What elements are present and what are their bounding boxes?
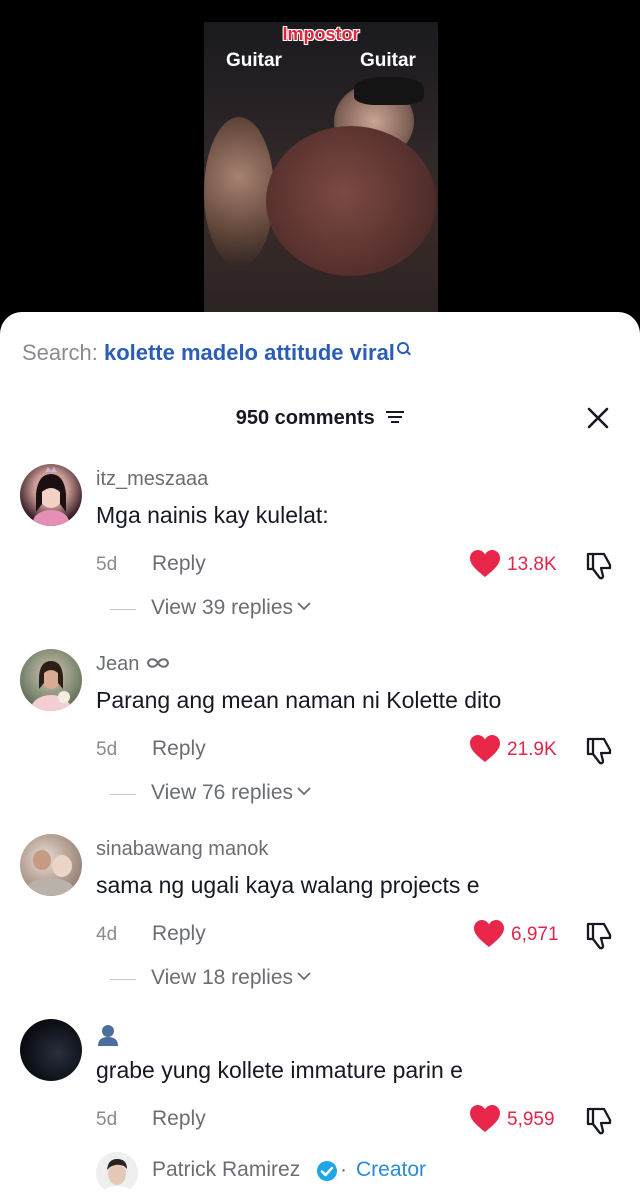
avatar[interactable] xyxy=(20,464,82,526)
comment-username-text: Jean xyxy=(96,653,140,675)
view-replies-label: View 18 replies xyxy=(151,966,311,990)
search-suggestion[interactable]: Search: kolette madelo attitude viral xyxy=(22,340,411,366)
dislike-icon[interactable] xyxy=(582,920,614,952)
avatar[interactable] xyxy=(20,649,82,711)
view-replies-text: View 39 replies xyxy=(151,596,294,619)
comment-username[interactable]: itz_meszaaa xyxy=(96,468,208,491)
divider xyxy=(110,979,136,980)
close-icon[interactable] xyxy=(582,402,614,434)
comments-count-label: 950 comments xyxy=(235,407,375,429)
video-label-right: Guitar xyxy=(360,50,416,71)
dislike-icon[interactable] xyxy=(582,1105,614,1137)
comment-username[interactable] xyxy=(96,1023,120,1046)
avatar[interactable] xyxy=(20,834,82,896)
search-prefix: Search: xyxy=(22,340,98,365)
like-count: 6,971 xyxy=(511,924,559,945)
like-count: 5,959 xyxy=(507,1109,555,1130)
comment-time: 4d xyxy=(96,924,118,945)
like-count: 13.8K xyxy=(507,554,557,575)
view-replies-text: View 18 replies xyxy=(151,966,294,989)
like-button[interactable]: 13.8K xyxy=(470,548,590,582)
comment-username[interactable]: sinabawang manok xyxy=(96,838,268,861)
divider xyxy=(110,609,136,610)
comment-text: Parang ang mean naman ni Kolette dito xyxy=(96,687,502,713)
video-person-left xyxy=(204,117,274,267)
person-icon xyxy=(98,1024,118,1046)
comment-time: 5d xyxy=(96,1109,118,1130)
sort-icon[interactable] xyxy=(386,410,405,424)
chevron-down-icon xyxy=(297,602,311,611)
avatar-illustration xyxy=(33,467,69,526)
video-frame[interactable]: Impostor Guitar Guitar xyxy=(204,22,438,322)
reply-button[interactable]: Reply xyxy=(152,922,206,946)
comments-sheet: Search: kolette madelo attitude viral 95… xyxy=(0,312,640,1200)
chevron-down-icon xyxy=(297,787,311,796)
video-overlay-title: Impostor xyxy=(282,24,360,44)
creator-badge: Creator xyxy=(356,1158,427,1181)
view-replies-text: View 76 replies xyxy=(151,781,294,804)
avatar[interactable] xyxy=(20,1019,82,1081)
video-player[interactable]: Impostor Guitar Guitar xyxy=(0,0,640,330)
like-button[interactable]: 5,959 xyxy=(470,1103,590,1137)
comment-text: Mga nainis kay kulelat: xyxy=(96,502,329,528)
divider xyxy=(110,794,136,795)
comments-header: 950 comments xyxy=(0,404,640,434)
creator-avatar-photo xyxy=(96,1152,138,1194)
heart-icon xyxy=(470,1105,500,1132)
comment-item: Jean Parang ang mean naman ni Kolette di… xyxy=(0,649,640,834)
video-object-foreground xyxy=(266,126,436,276)
like-count: 21.9K xyxy=(507,739,557,760)
infinity-icon xyxy=(146,657,169,668)
dislike-icon[interactable] xyxy=(582,550,614,582)
video-label-left: Guitar xyxy=(226,50,282,71)
creator-reply[interactable]: Patrick Ramirez · Creator xyxy=(0,1152,640,1200)
heart-icon xyxy=(470,550,500,577)
chevron-down-icon xyxy=(297,972,311,981)
comments-count[interactable]: 950 comments xyxy=(0,407,640,430)
avatar-photo xyxy=(31,661,71,711)
view-replies-label: View 39 replies xyxy=(151,596,311,620)
dislike-icon[interactable] xyxy=(582,735,614,767)
comment-text: sama ng ugali kaya walang projects e xyxy=(96,872,480,898)
creator-avatar[interactable] xyxy=(96,1152,138,1194)
like-button[interactable]: 21.9K xyxy=(470,733,590,767)
heart-icon xyxy=(474,920,504,947)
heart-icon xyxy=(470,735,500,762)
search-icon xyxy=(396,342,411,356)
verified-icon xyxy=(317,1161,337,1181)
video-person-hair xyxy=(354,77,424,105)
avatar-photo xyxy=(26,850,74,896)
reply-button[interactable]: Reply xyxy=(152,1107,206,1131)
comment-time: 5d xyxy=(96,554,118,575)
comment-item: itz_meszaaa Mga nainis kay kulelat: 5d R… xyxy=(0,464,640,649)
comment-item: sinabawang manok sama ng ugali kaya wala… xyxy=(0,834,640,1019)
reply-button[interactable]: Reply xyxy=(152,552,206,576)
comment-time: 5d xyxy=(96,739,118,760)
creator-name[interactable]: Patrick Ramirez xyxy=(152,1158,300,1182)
view-replies-label: View 76 replies xyxy=(151,781,311,805)
separator-dot: · xyxy=(340,1158,347,1181)
reply-button[interactable]: Reply xyxy=(152,737,206,761)
like-button[interactable]: 6,971 xyxy=(474,918,594,952)
search-term-link[interactable]: kolette madelo attitude viral xyxy=(104,340,395,365)
comment-username[interactable]: Jean xyxy=(96,653,171,676)
comment-text: grabe yung kollete immature parin e xyxy=(96,1057,463,1083)
